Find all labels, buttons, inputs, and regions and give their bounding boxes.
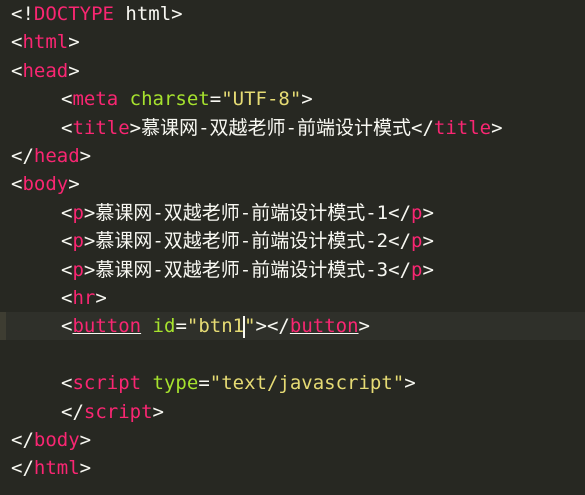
token-punct: < <box>11 31 23 54</box>
code-line-6[interactable]: </head> <box>11 142 91 170</box>
token-punct: </ <box>11 145 34 167</box>
token-str: "text/javascript" <box>209 372 405 395</box>
token-punct: > <box>301 88 313 111</box>
token-punct: < <box>61 116 73 139</box>
token-tag: head <box>33 145 80 167</box>
token-tag: hr <box>72 287 96 309</box>
token-tag: body <box>22 173 69 196</box>
token-tag: p <box>411 201 423 224</box>
token-punct: = <box>198 372 210 395</box>
token-punct: > <box>68 31 80 54</box>
token-punct: > <box>79 429 92 451</box>
code-line-1[interactable]: <!DOCTYPE html> <box>11 0 183 28</box>
token-punct: </ <box>11 457 34 480</box>
token-text: 慕课网-双越老师-前端设计模式-3 <box>95 258 389 281</box>
token-tag: meta <box>72 88 119 111</box>
token-tag: head <box>22 59 69 82</box>
token-text: 慕课网-双越老师-前端设计模式-1 <box>95 201 389 224</box>
token-punct: = <box>175 315 187 338</box>
token-text: 慕课网-双越老师-前端设计模式 <box>141 116 411 139</box>
token-punct: > <box>83 230 96 253</box>
code-line-14[interactable]: <script type="text/javascript"> <box>61 369 416 397</box>
token-punct: < <box>11 173 23 196</box>
code-line-12[interactable]: <button id="btn1"></button> <box>61 312 370 340</box>
code-line-4[interactable]: <meta charset="UTF-8"> <box>61 85 313 113</box>
token-punct: > <box>422 258 434 281</box>
token-punct: </ <box>388 201 412 224</box>
token-punct: > <box>83 258 96 281</box>
token-punct: > <box>129 116 142 139</box>
token-text: html <box>113 3 172 25</box>
token-tag: title <box>72 116 130 139</box>
token-punct: ></ <box>255 315 290 338</box>
token-punct: < <box>61 230 73 253</box>
token-punct: < <box>11 59 23 82</box>
token-punct: < <box>61 287 73 309</box>
code-line-9[interactable]: <p>慕课网-双越老师-前端设计模式-2</p> <box>61 227 434 255</box>
token-tag: html <box>22 31 69 54</box>
token-punct: < <box>61 201 73 224</box>
token-punct: </ <box>388 258 412 281</box>
token-tag: title <box>433 116 492 139</box>
token-punct: > <box>422 201 434 224</box>
token-punct: </ <box>61 400 84 423</box>
token-tag: html <box>33 457 80 480</box>
token-punct: <! <box>11 3 34 25</box>
token-tag: p <box>72 258 84 281</box>
token-punct: > <box>404 372 416 395</box>
token-punct: > <box>83 201 96 224</box>
code-line-2[interactable]: <html> <box>11 28 80 56</box>
token-punct: > <box>171 3 183 25</box>
code-line-3[interactable]: <head> <box>11 57 80 85</box>
token-punct: > <box>68 59 80 82</box>
code-line-7[interactable]: <body> <box>11 170 80 198</box>
token-punct: < <box>61 315 73 338</box>
token-punct: < <box>61 258 73 281</box>
token-tag: p <box>72 230 84 253</box>
token-punct: < <box>61 88 73 111</box>
token-tag: p <box>411 258 423 281</box>
token-tag: p <box>72 201 84 224</box>
token-tag: body <box>33 429 80 451</box>
code-line-15[interactable]: </script> <box>61 398 164 426</box>
token-tag: button <box>72 315 142 338</box>
token-punct: = <box>209 88 222 111</box>
token-punct: > <box>95 287 107 309</box>
code-line-17[interactable]: </html> <box>11 454 91 482</box>
gutter-marker <box>0 312 6 341</box>
code-line-5[interactable]: <title>慕课网-双越老师-前端设计模式</title> <box>61 114 503 142</box>
token-attr: type <box>152 372 199 395</box>
code-editor[interactable]: <!DOCTYPE html> <html> <head> <meta charset… <box>0 0 585 495</box>
token-punct: </ <box>411 116 434 139</box>
token-punct: > <box>68 173 80 196</box>
token-punct: </ <box>11 429 34 451</box>
code-line-8[interactable]: <p>慕课网-双越老师-前端设计模式-1</p> <box>61 199 434 227</box>
token-punct: < <box>61 372 73 395</box>
token-punct: > <box>358 315 370 338</box>
token-attr: charset <box>129 88 210 111</box>
token-punct: </ <box>388 230 412 253</box>
token-text: 慕课网-双越老师-前端设计模式-2 <box>95 230 389 253</box>
code-line-11[interactable]: <hr> <box>61 284 107 312</box>
token-str: " <box>244 315 256 338</box>
token-str: "btn1 <box>186 315 245 338</box>
token-tag: script <box>72 372 142 395</box>
code-line-16[interactable]: </body> <box>11 426 91 454</box>
token-tag: script <box>83 400 153 423</box>
token-punct: > <box>79 145 92 167</box>
token-punct: > <box>422 230 434 253</box>
token-punct: > <box>79 457 92 480</box>
token-tag: button <box>289 315 359 338</box>
token-doctype: DOCTYPE <box>33 3 114 25</box>
token-str: "UTF-8" <box>221 88 302 111</box>
code-line-10[interactable]: <p>慕课网-双越老师-前端设计模式-3</p> <box>61 256 434 284</box>
token-punct: > <box>491 116 503 139</box>
token-attr: id <box>152 315 176 338</box>
token-punct: > <box>152 400 164 423</box>
token-tag: p <box>411 230 423 253</box>
